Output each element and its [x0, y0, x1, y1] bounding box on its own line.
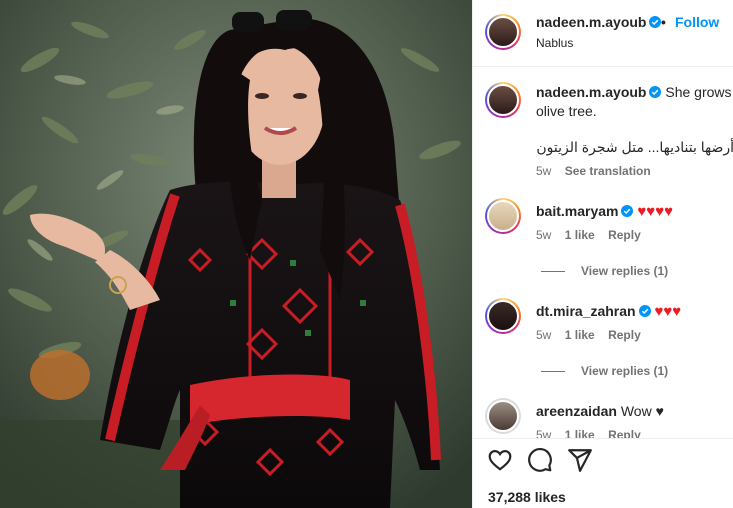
see-translation-link[interactable]: See translation	[565, 164, 651, 178]
post-header: nadeen.m.ayoub • Follow Nablus	[473, 0, 733, 67]
verified-badge-icon	[649, 86, 662, 98]
reply-button[interactable]: Reply	[608, 328, 641, 342]
follow-button[interactable]: Follow	[675, 14, 719, 30]
comment-username[interactable]: dt.mira_zahran	[536, 303, 636, 319]
comment-likes[interactable]: 1 like	[565, 228, 595, 242]
view-replies-label: View replies (1)	[581, 264, 669, 278]
comment-time[interactable]: 5w	[536, 228, 551, 242]
view-replies-button[interactable]: View replies (1)	[541, 364, 668, 378]
view-replies-button[interactable]: View replies (1)	[541, 264, 668, 278]
view-replies-label: View replies (1)	[581, 364, 669, 378]
comment-username[interactable]: bait.maryam	[536, 203, 618, 219]
post-photo-illustration	[0, 0, 472, 508]
comment-avatar[interactable]	[485, 198, 521, 234]
author-avatar[interactable]	[485, 14, 521, 50]
caption-time[interactable]: 5w	[536, 164, 551, 178]
replies-divider	[541, 271, 565, 273]
likes-count[interactable]: 37,288 likes	[488, 489, 566, 505]
like-icon[interactable]	[487, 447, 513, 473]
comment-likes[interactable]: 1 like	[565, 328, 595, 342]
verified-badge-icon	[649, 16, 662, 28]
caption-username[interactable]: nadeen.m.ayoub	[536, 84, 646, 100]
author-username[interactable]: nadeen.m.ayoub	[536, 14, 646, 30]
caption-avatar[interactable]	[485, 82, 521, 118]
verified-badge-icon	[638, 305, 651, 317]
replies-divider	[541, 371, 565, 373]
comment-text: ♥♥♥♥	[637, 203, 673, 220]
comment-icon[interactable]	[527, 447, 553, 473]
post-side-panel: nadeen.m.ayoub • Follow Nablus nadeen.m.…	[472, 0, 733, 508]
comment-text: ♥♥♥	[654, 303, 682, 320]
post-image[interactable]	[0, 0, 472, 508]
comment-text: Wow ♥	[620, 403, 664, 419]
caption-arabic-text: أرضها بتناديها... متل شجرة الزيتون	[536, 139, 733, 155]
separator-dot: •	[661, 14, 666, 30]
post-location[interactable]: Nablus	[536, 36, 573, 50]
comment-time[interactable]: 5w	[536, 328, 551, 342]
verified-badge-icon	[621, 205, 634, 217]
comment-username[interactable]: areenzaidan	[536, 403, 617, 419]
post-actions: 37,288 likes	[473, 438, 733, 508]
comment-avatar[interactable]	[485, 298, 521, 334]
share-icon[interactable]	[567, 447, 593, 473]
reply-button[interactable]: Reply	[608, 228, 641, 242]
comment-avatar[interactable]	[485, 398, 521, 434]
